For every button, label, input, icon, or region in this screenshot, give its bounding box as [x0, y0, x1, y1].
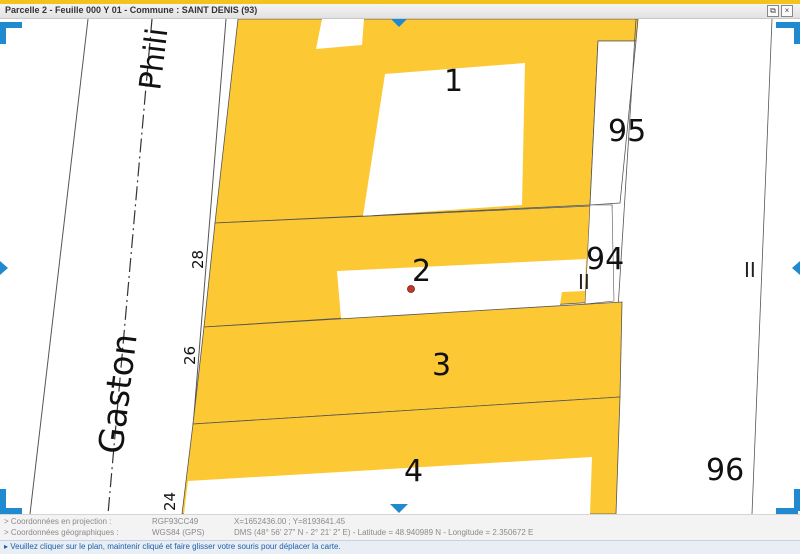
geographic-label: > Coordonnées géographiques : [4, 528, 119, 537]
corner-bracket-bottom-right [794, 489, 800, 511]
status-bar: ▸ Veuillez cliquer sur le plan, mainteni… [0, 540, 800, 554]
parcel-1-courtyard-top [316, 19, 364, 49]
window-titlebar: Parcelle 2 - Feuille 000 Y 01 - Commune … [0, 4, 800, 19]
pan-west-icon[interactable] [0, 261, 8, 275]
restore-window-button[interactable]: ⧉ [767, 5, 779, 17]
pan-east-icon[interactable] [792, 261, 800, 275]
window-title: Parcelle 2 - Feuille 000 Y 01 - Commune … [5, 5, 258, 15]
status-arrow-icon: ▸ [4, 542, 9, 551]
house-number-28: 28 [189, 250, 207, 269]
parcel-label-96: 96 [706, 453, 744, 488]
projection-system: RGF93CC49 [152, 517, 199, 526]
parcel-label-4: 4 [404, 454, 423, 489]
street-label-gaston: Gaston [91, 332, 145, 457]
projection-label: > Coordonnées en projection : [4, 517, 112, 526]
parcel-label-95: 95 [608, 114, 646, 149]
coordinates-panel: > Coordonnées en projection : RGF93CC49 … [0, 514, 800, 541]
corner-bracket-top-right [794, 22, 800, 44]
status-message: ▸ Veuillez cliquer sur le plan, mainteni… [4, 542, 341, 551]
geographic-value: DMS (48° 56' 27" N - 2° 21' 2" E) - Lati… [234, 528, 534, 537]
boundary-mark: II [578, 270, 590, 294]
geographic-system: WGS84 (GPS) [152, 528, 205, 537]
close-window-button[interactable]: × [781, 5, 793, 17]
street-edge-left [29, 19, 89, 514]
boundary-mark: II [744, 258, 756, 282]
parcel-label-1: 1 [444, 64, 463, 99]
restore-icon: ⧉ [770, 6, 776, 15]
street-label-phili: Phili [133, 26, 175, 92]
cadastral-map[interactable]: Phili Gaston 28 26 24 1 2 3 4 95 94 96 I… [0, 19, 800, 514]
parcel-label-2: 2 [412, 254, 431, 289]
parcel-label-94: 94 [586, 242, 624, 277]
corner-bracket-bottom-left [0, 489, 6, 511]
parcel-label-3: 3 [432, 348, 451, 383]
map-canvas[interactable]: Phili Gaston 28 26 24 1 2 3 4 95 94 96 I… [0, 19, 800, 514]
close-icon: × [784, 6, 790, 15]
projection-value: X=1652436.00 ; Y=8193641.45 [234, 517, 346, 526]
house-number-26: 26 [181, 346, 199, 365]
house-number-24: 24 [161, 492, 179, 511]
status-text: Veuillez cliquer sur le plan, maintenir … [10, 542, 341, 551]
corner-bracket-top-left [0, 22, 6, 44]
